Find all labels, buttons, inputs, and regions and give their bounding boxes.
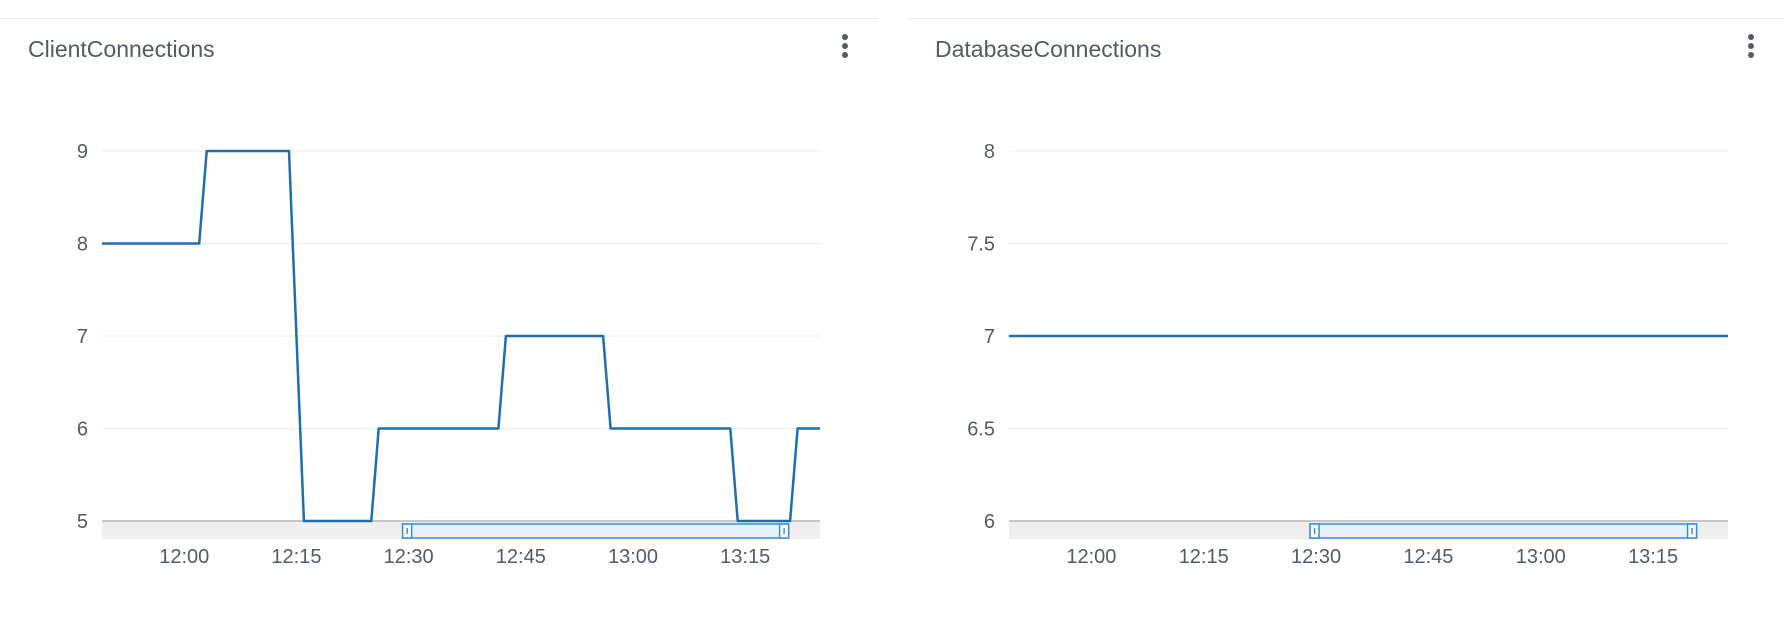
y-tick-label: 8 [77,234,88,256]
time-range-brush [401,523,790,539]
client-connections-widget: ClientConnections 9 8 7 6 5 12:00 12:15 12:30 12… [0,0,878,618]
y-tick-label: 6 [77,419,88,441]
y-tick-label: 7 [77,326,88,348]
x-tick-label: 12:30 [1291,546,1341,568]
x-tick-label: 13:00 [1516,546,1566,568]
database-connections-chart: 8 7.5 7 6.5 6 12:00 12:15 12:30 12:45 13:00 13:15 [967,141,1728,568]
client-connections-chart: 9 8 7 6 5 12:00 12:15 12:30 12:45 13:00 13:15 [77,141,820,568]
y-tick-label: 6.5 [967,419,995,441]
x-tick-label: 12:00 [159,546,209,568]
y-tick-label: 9 [77,141,88,163]
y-tick-label: 6 [984,511,995,533]
x-tick-label: 13:00 [608,546,658,568]
y-tick-label: 7 [984,326,995,348]
x-tick-label: 13:15 [720,546,770,568]
x-tick-label: 12:15 [271,546,321,568]
database-connections-widget: DatabaseConnections 8 7.5 7 6.5 6 12:00 12:15 1… [907,0,1784,618]
x-tick-label: 12:15 [1179,546,1229,568]
x-tick-label: 12:30 [384,546,434,568]
y-tick-label: 5 [77,511,88,533]
x-tick-label: 13:15 [1628,546,1678,568]
x-tick-label: 12:00 [1066,546,1116,568]
x-tick-label: 12:45 [1403,546,1453,568]
y-tick-label: 8 [984,141,995,163]
y-tick-label: 7.5 [967,234,995,256]
x-tick-label: 12:45 [496,546,546,568]
time-range-brush [1309,523,1698,539]
